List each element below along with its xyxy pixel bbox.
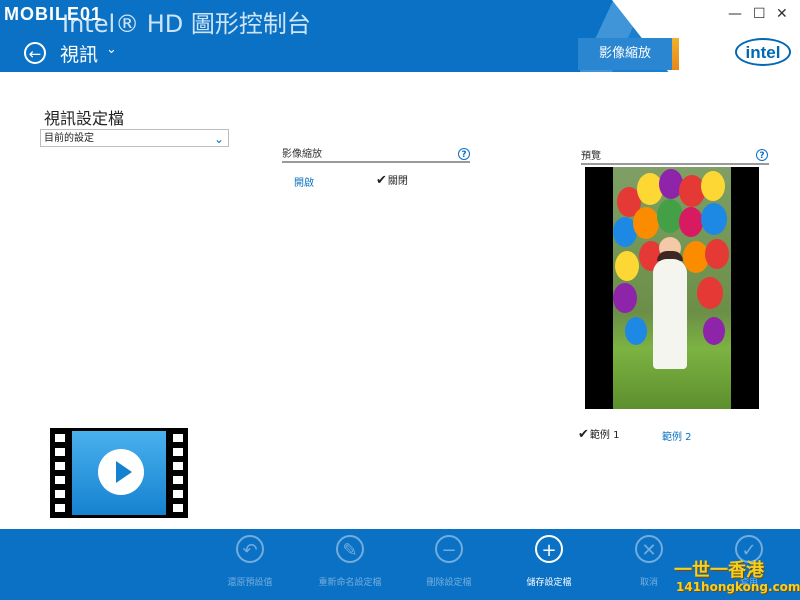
image-scaling-label: 影像縮放 (282, 149, 322, 160)
chevron-down-icon: ⌄ (213, 132, 224, 146)
watermark-main: 一世一香港 (674, 560, 764, 581)
help-icon[interactable]: ? (756, 149, 768, 161)
section-title[interactable]: 視訊 (60, 40, 98, 67)
film-screen (72, 431, 166, 515)
cancel-button[interactable]: ✕ 取消 (624, 535, 674, 588)
profile-dropdown-value: 目前的設定 (44, 133, 94, 144)
undo-icon: ↶ (236, 535, 264, 563)
maximize-icon[interactable]: ☐ (753, 6, 766, 22)
sample-2-option[interactable]: 範例 2 (662, 428, 692, 443)
cancel-label: 取消 (639, 578, 658, 588)
save-profile-label: 儲存設定檔 (526, 578, 572, 588)
video-film-icon (50, 428, 188, 518)
close-icon[interactable]: ✕ (776, 6, 788, 22)
arrow-left-icon[interactable]: ← (24, 42, 46, 64)
scaling-off-label: 關閉 (387, 176, 408, 187)
check-icon: ✔ (376, 173, 387, 188)
title-bar: Intel® HD 圖形控制台 MOBILE01 ← 視訊 ⌄ 影像縮放 — ☐… (0, 0, 800, 72)
intel-logo: intel (735, 38, 791, 66)
film-strip-right (173, 434, 183, 512)
scaling-on-option[interactable]: 開啟 (294, 174, 314, 189)
save-profile-button[interactable]: + 儲存設定檔 (516, 535, 582, 588)
site-watermark: 一世一香港 141hongkong.com (674, 556, 800, 598)
brand-watermark: MOBILE01 (4, 4, 103, 24)
film-strip-left (55, 434, 65, 512)
tab-image-scaling[interactable]: 影像縮放 (578, 38, 672, 70)
preview-photo (613, 167, 731, 409)
restore-defaults-label: 還原預設值 (227, 578, 273, 588)
tab-accent-bar (672, 38, 679, 70)
profile-dropdown[interactable]: 目前的設定 ⌄ (40, 129, 229, 147)
close-icon: ✕ (635, 535, 663, 563)
minimize-icon[interactable]: — (728, 6, 742, 22)
pencil-icon: ✎ (336, 535, 364, 563)
minus-icon: − (435, 535, 463, 563)
delete-profile-label: 刪除設定檔 (426, 578, 472, 588)
restore-defaults-button[interactable]: ↶ 還原預設值 (220, 535, 280, 588)
play-icon (98, 449, 144, 495)
sample-1-option[interactable]: ✔範例 1 (578, 426, 619, 442)
profile-label: 視訊設定檔 (44, 109, 125, 128)
image-scaling-header: 影像縮放 (282, 145, 470, 163)
watermark-sub: 141hongkong.com (676, 580, 800, 594)
help-icon[interactable]: ? (458, 148, 470, 160)
rename-profile-button[interactable]: ✎ 重新命名設定檔 (310, 535, 390, 588)
chevron-down-icon[interactable]: ⌄ (106, 42, 117, 57)
rename-profile-label: 重新命名設定檔 (318, 578, 382, 588)
scaling-off-option[interactable]: ✔關閉 (376, 172, 408, 188)
plus-icon: + (535, 535, 563, 563)
preview-header: 預覽 (581, 147, 769, 165)
preview-image (585, 167, 759, 409)
delete-profile-button[interactable]: − 刪除設定檔 (416, 535, 482, 588)
preview-label: 預覽 (581, 151, 601, 162)
check-icon: ✔ (578, 427, 589, 442)
sample-1-label: 範例 1 (589, 430, 620, 441)
